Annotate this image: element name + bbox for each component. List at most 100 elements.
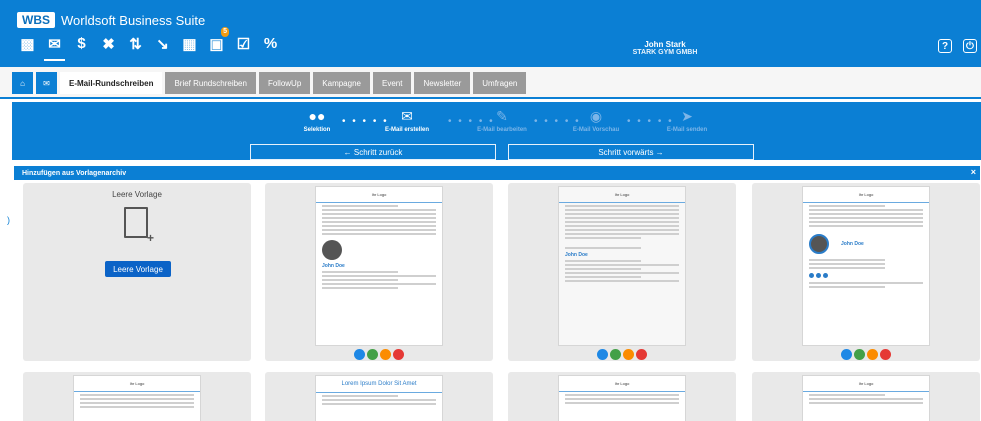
preview-line (565, 221, 679, 223)
color-swatches (265, 349, 493, 360)
new-document-icon (124, 207, 154, 245)
preview-line (565, 268, 641, 270)
swatch-orange[interactable] (380, 349, 391, 360)
tab-email-rundschreiben[interactable]: E-Mail-Rundschreiben (60, 72, 163, 94)
finance-icon[interactable]: ⇅ (125, 33, 146, 54)
step-email-bearbeiten[interactable]: ✎ E-Mail bearbeiten (467, 108, 537, 133)
tools-icon[interactable]: ✖ (98, 33, 119, 54)
calendar-icon[interactable]: ▦ (179, 33, 200, 54)
tab-followup[interactable]: FollowUp (258, 72, 311, 94)
main-toolbar: ▩ ✉ $ ✖ ⇅ ↘ ▦ ▣ 5 ☑ % (17, 27, 281, 61)
preview-header: Ihr Logo (316, 187, 442, 203)
preview-line (322, 213, 436, 215)
preview-header: Ihr Logo (559, 187, 685, 203)
preview-line (565, 237, 641, 239)
preview-line (809, 209, 923, 211)
template-card[interactable]: Ihr Logo (508, 372, 736, 421)
template-card[interactable]: Ihr Logo John Doe (508, 183, 736, 361)
swatch-red[interactable] (393, 349, 404, 360)
archive-bar: Hinzufügen aus Vorlagenarchiv × (14, 166, 980, 180)
user-name: John Stark (644, 40, 686, 49)
tab-brief-rundschreiben[interactable]: Brief Rundschreiben (165, 72, 256, 94)
swatch-blue[interactable] (841, 349, 852, 360)
preview-line (565, 272, 679, 274)
mail-icon[interactable]: ✉ (44, 33, 65, 61)
back-button[interactable]: ← Schritt zurück (250, 144, 496, 160)
tasks-icon[interactable]: ☑ (233, 33, 254, 54)
edit-icon: ✎ (496, 108, 508, 124)
swatch-orange[interactable] (867, 349, 878, 360)
preview-line (322, 229, 436, 231)
swatch-green[interactable] (367, 349, 378, 360)
swatch-blue[interactable] (354, 349, 365, 360)
logo-text: Worldsoft Business Suite (61, 12, 206, 28)
preview-icon: ◉ (589, 108, 603, 124)
preview-line (809, 205, 885, 207)
preview-line (322, 225, 436, 227)
template-card[interactable]: Ihr Logo (23, 372, 251, 421)
template-card-blank[interactable]: Leere Vorlage Leere Vorlage (23, 183, 251, 361)
tab-bar: ⌂ ✉ E-Mail-Rundschreiben Brief Rundschre… (0, 67, 981, 99)
send-icon: ➤ (681, 108, 693, 124)
template-card[interactable]: Ihr Logo John Doe (265, 183, 493, 361)
template-card[interactable]: Ihr Logo John Doe (752, 183, 980, 361)
contacts-icon[interactable]: ▩ (17, 33, 38, 54)
percent-icon[interactable]: % (260, 33, 281, 54)
app-logo[interactable]: WBS Worldsoft Business Suite (17, 12, 205, 28)
scroll-handle[interactable]: ) (7, 215, 10, 225)
preview-line (565, 260, 641, 262)
preview-line (322, 217, 436, 219)
preview-line (565, 233, 679, 235)
money-icon[interactable]: $ (71, 33, 92, 54)
home-icon[interactable]: ⌂ (12, 72, 33, 94)
swatch-orange[interactable] (623, 349, 634, 360)
preview-signature: John Doe (803, 229, 929, 257)
power-icon[interactable]: ⏻ (963, 39, 977, 53)
template-card[interactable]: Lorem Ipsum Dolor Sit Amet (265, 372, 493, 421)
swatch-green[interactable] (854, 349, 865, 360)
preview-line (80, 398, 194, 400)
tab-umfragen[interactable]: Umfragen (473, 72, 527, 94)
app-header: WBS Worldsoft Business Suite ▩ ✉ $ ✖ ⇅ ↘… (0, 0, 981, 67)
swatch-red[interactable] (636, 349, 647, 360)
preview-line (322, 279, 398, 281)
preview-line (80, 406, 194, 408)
step-email-erstellen[interactable]: ✉ E-Mail erstellen (372, 108, 442, 133)
template-card[interactable]: Ihr Logo (752, 372, 980, 421)
step-email-vorschau[interactable]: ◉ E-Mail Vorschau (561, 108, 631, 133)
chart-icon[interactable]: ↘ (152, 33, 173, 54)
help-icon[interactable]: ? (938, 39, 952, 53)
preview-line (565, 213, 679, 215)
mail-module-icon[interactable]: ✉ (36, 72, 57, 94)
preview-line (322, 287, 398, 289)
tab-event[interactable]: Event (372, 72, 412, 94)
template-preview: Ihr Logo John Doe (558, 186, 686, 346)
preview-line (322, 209, 436, 211)
preview-line (809, 398, 923, 400)
template-preview: Ihr Logo (802, 375, 930, 421)
blank-template-button[interactable]: Leere Vorlage (105, 261, 171, 277)
preview-line (809, 402, 923, 404)
tab-newsletter[interactable]: Newsletter (414, 72, 471, 94)
preview-line (809, 213, 923, 215)
user-block[interactable]: John Stark STARK GYM GMBH (620, 40, 710, 56)
preview-line (565, 394, 679, 396)
preview-line (565, 280, 679, 282)
preview-line (322, 233, 436, 235)
notifications-icon[interactable]: ▣ 5 (206, 27, 229, 54)
template-preview: Ihr Logo John Doe (802, 186, 930, 346)
swatch-green[interactable] (610, 349, 621, 360)
preview-line (809, 394, 885, 396)
preview-header: Ihr Logo (559, 376, 685, 392)
template-preview: Ihr Logo John Doe (315, 186, 443, 346)
preview-header: Ihr Logo (74, 376, 200, 392)
close-icon[interactable]: × (971, 167, 976, 177)
next-button[interactable]: Schritt vorwärts → (508, 144, 754, 160)
preview-line (809, 267, 885, 269)
tab-kampagne[interactable]: Kampagne (313, 72, 370, 94)
swatch-red[interactable] (880, 349, 891, 360)
preview-person-name: John Doe (841, 240, 864, 247)
step-email-senden[interactable]: ➤ E-Mail senden (652, 108, 722, 133)
preview-line (809, 286, 885, 288)
swatch-blue[interactable] (597, 349, 608, 360)
